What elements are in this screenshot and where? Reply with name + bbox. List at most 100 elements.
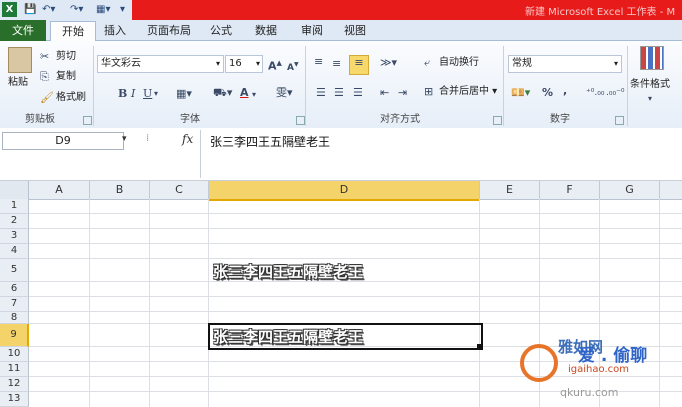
tab-insert[interactable]: 插入 bbox=[100, 22, 130, 40]
undo-icon[interactable]: ↶▾ bbox=[42, 3, 55, 17]
tab-home[interactable]: 开始 bbox=[50, 21, 96, 42]
merge-center-button[interactable]: 合并后居中 ▾ bbox=[439, 85, 497, 99]
conditional-format-icon[interactable] bbox=[640, 46, 664, 70]
tab-view[interactable]: 视图 bbox=[340, 22, 370, 40]
increase-indent-icon[interactable]: ⇥ bbox=[398, 86, 407, 100]
row-header-13[interactable]: 13 bbox=[0, 392, 29, 407]
font-group-label: 字体 bbox=[180, 114, 200, 125]
customize-icon[interactable]: ▾ bbox=[120, 3, 125, 17]
column-header-g[interactable]: G bbox=[600, 181, 660, 200]
grid-line bbox=[29, 228, 682, 229]
format-painter-button[interactable]: 格式刷 bbox=[56, 91, 86, 105]
font-name-select[interactable]: 华文彩云 ▾ bbox=[97, 55, 224, 73]
column-header-h[interactable] bbox=[660, 181, 682, 200]
grid-line bbox=[29, 258, 682, 259]
excel-icon[interactable]: X bbox=[2, 2, 17, 17]
clipboard-launcher-icon[interactable] bbox=[83, 116, 92, 125]
align-left-icon[interactable]: ☰ bbox=[316, 86, 326, 100]
grow-font-icon[interactable]: A▲ bbox=[268, 56, 282, 74]
paste-button[interactable]: 粘贴 bbox=[8, 76, 28, 90]
phonetic-icon[interactable]: 雯▾ bbox=[276, 86, 293, 100]
currency-icon[interactable]: 💴▾ bbox=[511, 86, 530, 100]
font-color-button[interactable]: A bbox=[240, 86, 249, 100]
format-painter-icon[interactable]: 🖌 bbox=[40, 91, 54, 105]
orientation-icon[interactable]: ≫▾ bbox=[380, 56, 397, 70]
tab-review[interactable]: 审阅 bbox=[297, 22, 327, 40]
select-all-button[interactable] bbox=[0, 181, 29, 200]
italic-button[interactable]: I bbox=[131, 87, 135, 101]
column-header-e[interactable]: E bbox=[480, 181, 540, 200]
conditional-format-button[interactable]: 条件格式 bbox=[630, 78, 670, 92]
font-size-select[interactable]: 16 ▾ bbox=[225, 55, 263, 73]
percent-button[interactable]: % bbox=[542, 86, 553, 100]
number-group-label: 数字 bbox=[550, 114, 570, 125]
row-header-1[interactable]: 1 bbox=[0, 199, 29, 214]
watermark-logo-icon bbox=[520, 344, 558, 382]
increase-decimal-icon[interactable]: ⁺⁰.₀₀ bbox=[586, 86, 604, 100]
watermark-main-text: 爱 . 偷聊 bbox=[578, 346, 648, 366]
fill-color-icon[interactable]: ⛟▾ bbox=[213, 86, 232, 100]
layout-icon[interactable]: ▦▾ bbox=[96, 3, 110, 17]
row-header-6[interactable]: 6 bbox=[0, 282, 29, 297]
row-header-9[interactable]: 9 bbox=[0, 324, 29, 347]
number-launcher-icon[interactable] bbox=[615, 116, 624, 125]
tab-file[interactable]: 文件 bbox=[0, 20, 46, 41]
row-header-3[interactable]: 3 bbox=[0, 229, 29, 244]
name-box[interactable]: D9 bbox=[2, 132, 124, 150]
insert-function-button[interactable]: fx bbox=[182, 132, 193, 146]
row-header-4[interactable]: 4 bbox=[0, 244, 29, 259]
watermark: 雅如网 爱 . 偷聊 igaihao.com qkuru.com bbox=[520, 336, 680, 406]
column-header-b[interactable]: B bbox=[90, 181, 150, 200]
number-format-select[interactable]: 常规 ▾ bbox=[508, 55, 622, 73]
chevron-down-icon[interactable]: ▾ bbox=[648, 92, 652, 106]
formula-splitter-icon[interactable]: ⁞ bbox=[146, 133, 149, 144]
paste-icon[interactable] bbox=[8, 47, 32, 73]
align-top-icon[interactable]: ≡ bbox=[314, 55, 323, 69]
column-header-c[interactable]: C bbox=[150, 181, 209, 200]
shrink-font-icon[interactable]: A▼ bbox=[287, 58, 299, 75]
fill-handle[interactable] bbox=[477, 344, 482, 349]
tab-data[interactable]: 数据 bbox=[251, 22, 281, 40]
copy-button[interactable]: 复制 bbox=[56, 70, 76, 84]
save-icon[interactable]: 💾 bbox=[24, 3, 36, 17]
column-header-d[interactable]: D bbox=[209, 181, 480, 201]
align-right-icon[interactable]: ☰ bbox=[353, 86, 363, 100]
row-header-11[interactable]: 11 bbox=[0, 362, 29, 377]
scissors-icon[interactable]: ✂ bbox=[40, 50, 49, 64]
cut-button[interactable]: 剪切 bbox=[56, 50, 76, 64]
tab-formulas[interactable]: 公式 bbox=[206, 22, 236, 40]
row-header-12[interactable]: 12 bbox=[0, 377, 29, 392]
separator bbox=[503, 46, 504, 126]
column-header-f[interactable]: F bbox=[540, 181, 600, 200]
row-header-2[interactable]: 2 bbox=[0, 214, 29, 229]
bold-button[interactable]: B bbox=[118, 87, 127, 101]
comma-button[interactable]: , bbox=[563, 84, 567, 98]
row-header-7[interactable]: 7 bbox=[0, 297, 29, 312]
row-header-8[interactable]: 8 bbox=[0, 312, 29, 324]
redo-icon[interactable]: ↷▾ bbox=[70, 3, 83, 17]
row-header-10[interactable]: 10 bbox=[0, 347, 29, 362]
align-middle-icon[interactable]: ≡ bbox=[332, 57, 341, 71]
align-bottom-icon[interactable]: ≡ bbox=[349, 55, 369, 75]
merge-icon[interactable]: ⊞ bbox=[424, 85, 433, 99]
underline-button[interactable]: U bbox=[143, 87, 152, 101]
align-center-icon[interactable]: ☰ bbox=[334, 86, 344, 100]
cell-d9[interactable]: 张三李四王五隔壁老王 bbox=[213, 326, 363, 347]
borders-icon[interactable]: ▦▾ bbox=[176, 87, 192, 101]
chevron-down-icon[interactable]: ▾ bbox=[122, 134, 127, 144]
number-format-value: 常规 bbox=[512, 58, 532, 69]
wrap-text-button[interactable]: 自动换行 bbox=[439, 56, 479, 70]
cell-d5[interactable]: 张三李四王五隔壁老王 bbox=[213, 261, 363, 282]
wrap-text-icon[interactable]: ⤶ bbox=[424, 56, 430, 70]
alignment-launcher-icon[interactable] bbox=[493, 116, 502, 125]
tab-page-layout[interactable]: 页面布局 bbox=[144, 22, 194, 40]
font-launcher-icon[interactable] bbox=[296, 116, 305, 125]
row-header-5[interactable]: 5 bbox=[0, 259, 29, 282]
decrease-decimal-icon[interactable]: .₀₀⁻⁰ bbox=[606, 86, 624, 100]
decrease-indent-icon[interactable]: ⇤ bbox=[380, 86, 389, 100]
chevron-down-icon: ▾ bbox=[255, 59, 260, 68]
column-header-a[interactable]: A bbox=[29, 181, 90, 200]
chevron-down-icon[interactable]: ▾ bbox=[252, 88, 256, 102]
chevron-down-icon[interactable]: ▾ bbox=[154, 87, 158, 101]
copy-icon[interactable]: ⎘ bbox=[40, 70, 49, 84]
